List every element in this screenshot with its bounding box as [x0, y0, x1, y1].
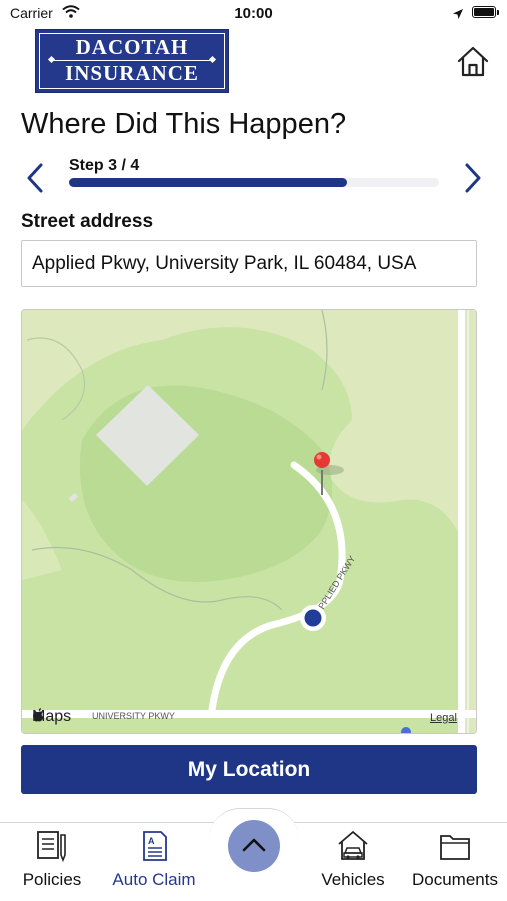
- logo-line1: Dacotah: [75, 35, 189, 59]
- battery-tip: [497, 10, 499, 15]
- apple-maps-attribution: Maps: [32, 708, 71, 726]
- auto-claim-icon: A: [137, 829, 171, 868]
- chevron-up-icon: [242, 838, 266, 852]
- dacotah-insurance-logo: Dacotah Insurance: [35, 29, 229, 93]
- street-address-label: Street address: [21, 211, 154, 232]
- page-title: Where Did This Happen?: [21, 108, 347, 140]
- map-view[interactable]: APPLIED PKWY UNIVERSITY PKWY Maps Legal: [21, 309, 477, 734]
- tab-policies[interactable]: Policies: [12, 823, 92, 901]
- tab-auto-claim[interactable]: A Auto Claim: [104, 823, 204, 901]
- chevron-left-icon: [27, 163, 43, 193]
- current-location-dot: [304, 609, 322, 627]
- documents-icon: [438, 829, 472, 868]
- map-canvas: APPLIED PKWY UNIVERSITY PKWY: [22, 310, 476, 733]
- chevron-right-icon: [465, 163, 481, 193]
- tab-label: Auto Claim: [112, 870, 196, 889]
- svg-text:A: A: [148, 836, 155, 846]
- step-indicator: Step 3 / 4: [69, 157, 140, 174]
- home-button[interactable]: [456, 45, 490, 79]
- location-arrow-icon: [452, 7, 464, 25]
- tab-label: Documents: [412, 870, 498, 889]
- tab-label: Policies: [22, 870, 82, 889]
- tab-documents[interactable]: Documents: [406, 823, 504, 901]
- step-progress-fill: [69, 178, 347, 187]
- step-progress-bar: [69, 178, 439, 187]
- road-label-university-pkwy: UNIVERSITY PKWY: [92, 711, 175, 721]
- map-pin: [314, 452, 330, 468]
- vehicles-icon: [336, 829, 370, 868]
- policies-icon: [35, 829, 69, 868]
- next-step-button[interactable]: [458, 162, 486, 194]
- tab-label: Vehicles: [321, 870, 385, 889]
- apple-logo-icon: [33, 708, 44, 722]
- clock: 10:00: [234, 5, 273, 22]
- battery-icon: [472, 6, 496, 18]
- logo-line2: Insurance: [65, 61, 199, 85]
- previous-step-button[interactable]: [22, 162, 50, 194]
- my-location-button[interactable]: My Location: [21, 745, 477, 794]
- home-icon: [457, 46, 489, 77]
- street-address-input[interactable]: [21, 240, 477, 287]
- tab-vehicles[interactable]: Vehicles: [313, 823, 393, 901]
- center-action-button[interactable]: [228, 820, 280, 872]
- status-bar: Carrier 10:00: [0, 0, 507, 28]
- map-legal-link[interactable]: Legal: [430, 712, 457, 724]
